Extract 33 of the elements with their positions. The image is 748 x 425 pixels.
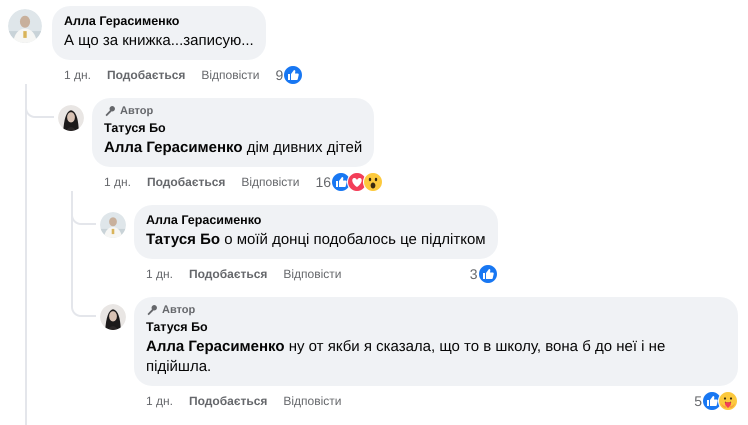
comment-text: Алла Герасименко ну от якби я сказала, що то в школу, вона б до неї і не підійшла. (146, 337, 666, 377)
timestamp[interactable]: 1 дн. (146, 267, 173, 281)
reaction-count[interactable]: 16 (315, 174, 332, 190)
like-button[interactable]: Подобається (146, 175, 226, 189)
like-button[interactable]: Подобається (188, 267, 268, 281)
reply-button[interactable]: Відповісти (201, 68, 260, 82)
microphone-icon (104, 105, 116, 117)
thread-connector (71, 191, 96, 225)
author-name[interactable]: Алла Герасименко (146, 212, 486, 228)
reaction-count[interactable]: 3 (470, 266, 478, 282)
like-button[interactable]: Подобається (106, 68, 186, 82)
timestamp[interactable]: 1 дн. (146, 394, 173, 408)
timestamp[interactable]: 1 дн. (64, 68, 91, 82)
author-name[interactable]: Татуся Бо (104, 120, 362, 136)
author-name[interactable]: Татуся Бо (146, 319, 726, 335)
like-button[interactable]: Подобається (188, 394, 268, 408)
reply-button[interactable]: Відповісти (283, 394, 342, 408)
hugging-emoji-icon (718, 391, 738, 411)
like-icon (478, 264, 498, 284)
author-label: Автор (162, 304, 196, 316)
surprised-emoji-icon (363, 172, 384, 192)
reaction-count[interactable]: 5 (694, 393, 702, 409)
author-name[interactable]: Алла Герасименко (64, 13, 254, 29)
reply-button[interactable]: Відповісти (241, 175, 300, 189)
author-label: Автор (120, 105, 154, 117)
microphone-icon (146, 304, 158, 316)
timestamp[interactable]: 1 дн. (104, 175, 131, 189)
comment-text: Алла Герасименко дім дивних дітей (104, 138, 362, 158)
reply-button[interactable]: Відповісти (283, 267, 342, 281)
comment-text: А що за книжка...записую... (64, 31, 254, 51)
comment-text: Татуся Бо о моїй донці подобалось це підлітком (146, 230, 486, 250)
reaction-count[interactable]: 9 (275, 67, 284, 83)
like-icon (283, 65, 304, 85)
